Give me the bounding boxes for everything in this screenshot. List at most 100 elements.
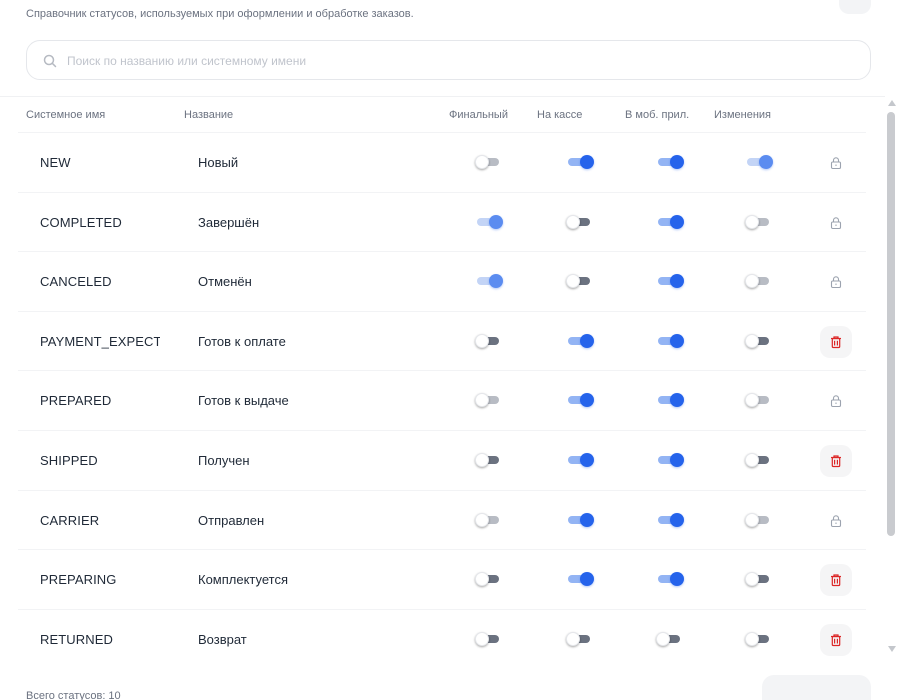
toggle-cashier[interactable] [566, 214, 590, 229]
toggle-knob [475, 452, 489, 467]
toggle-mobile[interactable] [658, 452, 684, 467]
toggle-final[interactable] [477, 214, 503, 229]
system-name-cell: CARRIER [40, 512, 100, 528]
scrollbar-thumb[interactable] [887, 112, 895, 536]
scroll-up-arrow-icon[interactable] [888, 100, 896, 106]
toggle-knob [670, 452, 684, 467]
toggle-changes[interactable] [745, 393, 769, 408]
header-action-button[interactable] [839, 0, 871, 14]
toggle-final[interactable] [475, 452, 499, 467]
system-name-cell: PREPARED [40, 393, 112, 409]
toggle-cashier[interactable] [566, 631, 590, 646]
toggle-knob [745, 512, 759, 527]
status-name-cell: Возврат [198, 631, 247, 647]
table-row: NEW Новый [18, 132, 866, 192]
toggle-final[interactable] [475, 393, 499, 408]
status-name-cell: Отправлен [198, 512, 265, 528]
locked-indicator [820, 385, 852, 417]
column-header-system-name: Системное имя [26, 109, 106, 121]
table-row: RETURNED Возврат [18, 608, 866, 659]
toggle-mobile[interactable] [658, 393, 684, 408]
search-icon [42, 53, 58, 69]
toggle-changes[interactable] [745, 631, 769, 646]
toggle-changes[interactable] [747, 155, 773, 169]
toggle-knob [580, 333, 594, 348]
delete-button[interactable] [820, 623, 852, 656]
table-row: SHIPPED Получен [18, 429, 866, 490]
table-header: Системное имя Название Финальный На касс… [0, 100, 870, 132]
locked-indicator [820, 207, 852, 239]
toggle-changes[interactable] [745, 452, 769, 467]
toggle-cashier[interactable] [568, 155, 594, 169]
toggle-knob [745, 631, 759, 646]
column-header-mobile: В моб. прил. [625, 109, 690, 121]
locked-indicator [820, 505, 852, 537]
table-row: PREPARING Комплектуется [18, 549, 866, 609]
toggle-knob [670, 333, 684, 348]
toggle-final[interactable] [475, 333, 499, 348]
status-name-cell: Новый [198, 155, 239, 170]
toggle-cashier[interactable] [568, 452, 594, 467]
toggle-cashier[interactable] [568, 393, 594, 408]
toggle-mobile[interactable] [658, 274, 684, 289]
toggle-final[interactable] [475, 572, 499, 587]
delete-button[interactable] [820, 325, 852, 358]
locked-indicator [820, 147, 852, 179]
toggle-changes[interactable] [745, 512, 769, 527]
toggle-final[interactable] [475, 631, 499, 646]
delete-button[interactable] [820, 444, 852, 477]
toggle-cashier[interactable] [568, 572, 594, 587]
status-name-cell: Получен [198, 452, 250, 468]
toggle-knob [745, 572, 759, 587]
system-name-cell: PAYMENT_EXPECTED [40, 333, 160, 349]
toggle-changes[interactable] [745, 333, 769, 348]
toggle-final[interactable] [475, 155, 499, 169]
delete-button[interactable] [820, 564, 852, 597]
toggle-knob [475, 572, 489, 587]
table-scrollbar[interactable] [886, 96, 896, 656]
toggle-cashier[interactable] [568, 333, 594, 348]
toggle-changes[interactable] [745, 274, 769, 289]
toggle-changes[interactable] [745, 572, 769, 587]
scroll-down-arrow-icon[interactable] [888, 646, 896, 652]
status-name-cell: Отменён [198, 274, 252, 290]
toggle-final[interactable] [477, 274, 503, 289]
toggle-mobile[interactable] [658, 214, 684, 229]
close-button[interactable]: Закрыть [762, 675, 871, 700]
toggle-knob [670, 274, 684, 289]
toggle-mobile[interactable] [658, 155, 684, 169]
toggle-knob [656, 631, 670, 646]
column-header-cashier: На кассе [537, 109, 583, 121]
toggle-knob [580, 155, 594, 169]
toggle-knob [670, 214, 684, 229]
toggle-mobile[interactable] [658, 572, 684, 587]
toggle-knob [580, 572, 594, 587]
toggle-final[interactable] [475, 512, 499, 527]
toggle-changes[interactable] [745, 214, 769, 229]
table-row: CANCELED Отменён [18, 251, 866, 311]
toggle-mobile[interactable] [656, 631, 680, 646]
toggle-knob [475, 631, 489, 646]
search-input[interactable] [67, 49, 847, 73]
search-box[interactable] [26, 40, 871, 80]
system-name-cell: CANCELED [40, 274, 112, 290]
system-name-cell: COMPLETED [40, 214, 122, 230]
status-name-cell: Завершён [198, 214, 260, 230]
system-name-cell: PREPARING [40, 572, 117, 588]
toggle-mobile[interactable] [658, 333, 684, 348]
status-name-cell: Комплектуется [198, 572, 289, 588]
table-row: PREPARED Готов к выдаче [18, 370, 866, 430]
table-row: COMPLETED Завершён [18, 191, 866, 252]
toggle-knob [670, 155, 684, 169]
toggle-knob [475, 512, 489, 527]
toggle-knob [745, 274, 759, 289]
toggle-mobile[interactable] [658, 512, 684, 527]
system-name-cell: NEW [40, 155, 71, 170]
toggle-cashier[interactable] [566, 274, 590, 289]
system-name-cell: RETURNED [40, 631, 114, 647]
toggle-cashier[interactable] [568, 512, 594, 527]
page-subtitle: Справочник статусов, используемых при оф… [26, 8, 414, 20]
toggle-knob [475, 333, 489, 348]
header-divider [0, 96, 885, 97]
table-row: PAYMENT_EXPECTED Готов к оплате [18, 310, 866, 371]
